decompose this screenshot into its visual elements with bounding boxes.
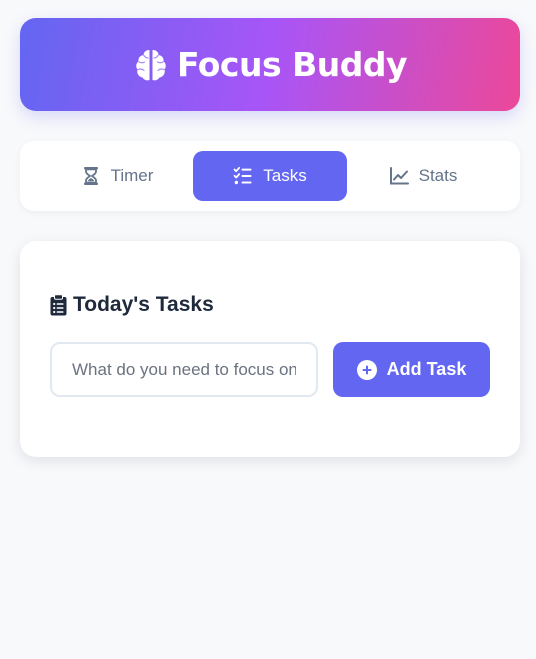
brain-icon xyxy=(133,47,169,83)
tab-stats-label: Stats xyxy=(418,166,458,185)
clipboard-list-icon xyxy=(50,294,67,316)
app-root: Focus Buddy Timer Tasks Stats Today's Ta… xyxy=(0,0,536,659)
tab-tasks-label: Tasks xyxy=(263,166,307,185)
hourglass-icon xyxy=(81,166,101,186)
tasks-heading-text: Today's Tasks xyxy=(73,293,214,316)
tab-timer[interactable]: Timer xyxy=(40,151,194,201)
app-header: Focus Buddy xyxy=(20,18,520,111)
add-task-label: Add Task xyxy=(386,359,467,379)
add-task-button[interactable]: Add Task xyxy=(333,342,490,397)
task-list-icon xyxy=(233,166,253,186)
plus-circle-icon xyxy=(356,359,377,380)
app-title: Focus Buddy xyxy=(177,45,407,84)
tab-stats[interactable]: Stats xyxy=(346,151,500,201)
tasks-heading: Today's Tasks xyxy=(50,293,214,317)
tasks-card: Today's Tasks Add Task xyxy=(20,241,520,457)
task-input[interactable] xyxy=(50,342,318,397)
tab-tasks[interactable]: Tasks xyxy=(193,151,347,201)
chart-line-icon xyxy=(389,166,409,186)
tab-bar: Timer Tasks Stats xyxy=(20,141,520,211)
tab-timer-label: Timer xyxy=(110,166,154,185)
